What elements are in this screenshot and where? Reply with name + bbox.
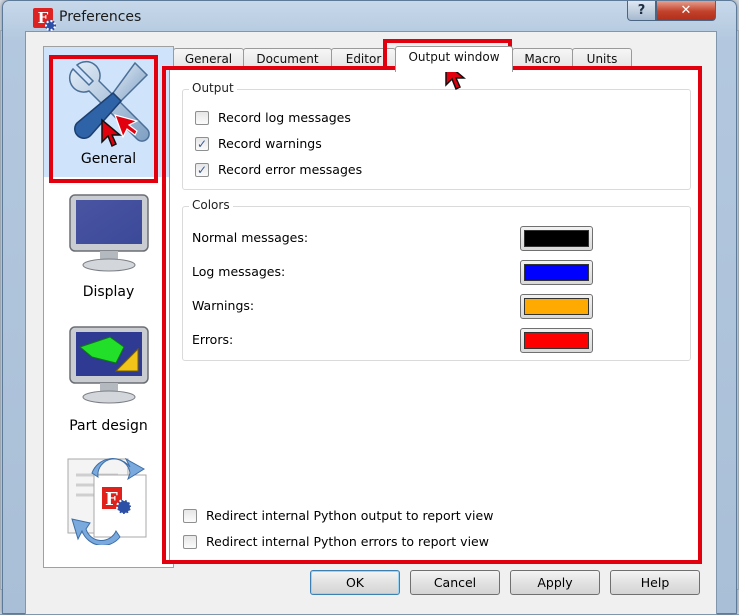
page-item-general[interactable]: General (44, 47, 173, 177)
checkbox-label: Redirect internal Python output to repor… (206, 508, 494, 523)
checkbox-label: Redirect internal Python errors to repor… (206, 534, 489, 549)
colors-group-title: Colors (189, 198, 233, 212)
checkbox-label: Record warnings (218, 136, 322, 151)
page-item-label: Display (82, 284, 135, 300)
checkbox-box[interactable] (183, 509, 197, 523)
mouse-cursor-icon (101, 118, 122, 148)
dialog-client-area: General Display Part design F General Do… (25, 31, 717, 615)
page-item-macro[interactable]: F (44, 451, 173, 567)
tab-general[interactable]: General (173, 48, 244, 70)
cancel-button[interactable]: Cancel (410, 570, 500, 595)
normal-messages-color-row: Normal messages: (192, 226, 593, 251)
checkbox-box[interactable] (195, 111, 209, 125)
preferences-dialog: F Preferences ? ✕ General Display Part d… (2, 0, 737, 615)
tab-output-window[interactable]: Output window (395, 46, 513, 72)
color-label: Log messages: (192, 264, 286, 279)
document-sync-icon: F (67, 457, 147, 545)
ok-button[interactable]: OK (310, 570, 400, 595)
color-label: Errors: (192, 332, 234, 347)
page-item-part-design[interactable]: Part design (44, 319, 173, 449)
close-button[interactable]: ✕ (656, 1, 716, 21)
color-label: Warnings: (192, 298, 255, 313)
color-label: Normal messages: (192, 230, 309, 245)
errors-color-row: Errors: (192, 328, 593, 353)
freecad-app-icon: F (33, 8, 56, 31)
tab-macro[interactable]: Macro (512, 48, 573, 70)
help-titlebar-button[interactable]: ? (627, 1, 656, 21)
checkbox-box[interactable] (183, 535, 197, 549)
color-swatch (524, 230, 589, 247)
tab-document[interactable]: Document (243, 48, 332, 70)
checkbox-box[interactable]: ✓ (195, 137, 209, 151)
output-group: Output Record log messages ✓ Record warn… (182, 81, 691, 190)
help-button[interactable]: Help (610, 570, 700, 595)
tab-editor[interactable]: Editor (331, 48, 396, 70)
window-title: Preferences (59, 9, 142, 25)
monitor-icon (69, 194, 149, 272)
checkbox-box[interactable]: ✓ (195, 163, 209, 177)
colors-group: Colors Normal messages: Log messages: Wa… (182, 198, 691, 361)
color-swatch (524, 332, 589, 349)
page-item-label: Part design (69, 418, 148, 434)
title-bar[interactable]: F Preferences ? ✕ (3, 1, 736, 35)
errors-color-button[interactable] (520, 328, 593, 353)
apply-button[interactable]: Apply (510, 570, 600, 595)
checkbox-label: Record error messages (218, 162, 363, 177)
log-messages-color-row: Log messages: (192, 260, 593, 285)
log-messages-color-button[interactable] (520, 260, 593, 285)
color-swatch (524, 264, 589, 281)
output-group-title: Output (189, 81, 237, 95)
part-design-monitor-icon (69, 326, 149, 404)
page-item-display[interactable]: Display (44, 187, 173, 317)
tab-units[interactable]: Units (572, 48, 632, 70)
checkbox-label: Record log messages (218, 110, 351, 125)
warnings-color-button[interactable] (520, 294, 593, 319)
color-swatch (524, 298, 589, 315)
page-item-label: General (80, 151, 137, 167)
output-window-tab-pane: Output Record log messages ✓ Record warn… (169, 69, 702, 561)
normal-messages-color-button[interactable] (520, 226, 593, 251)
warnings-color-row: Warnings: (192, 294, 593, 319)
